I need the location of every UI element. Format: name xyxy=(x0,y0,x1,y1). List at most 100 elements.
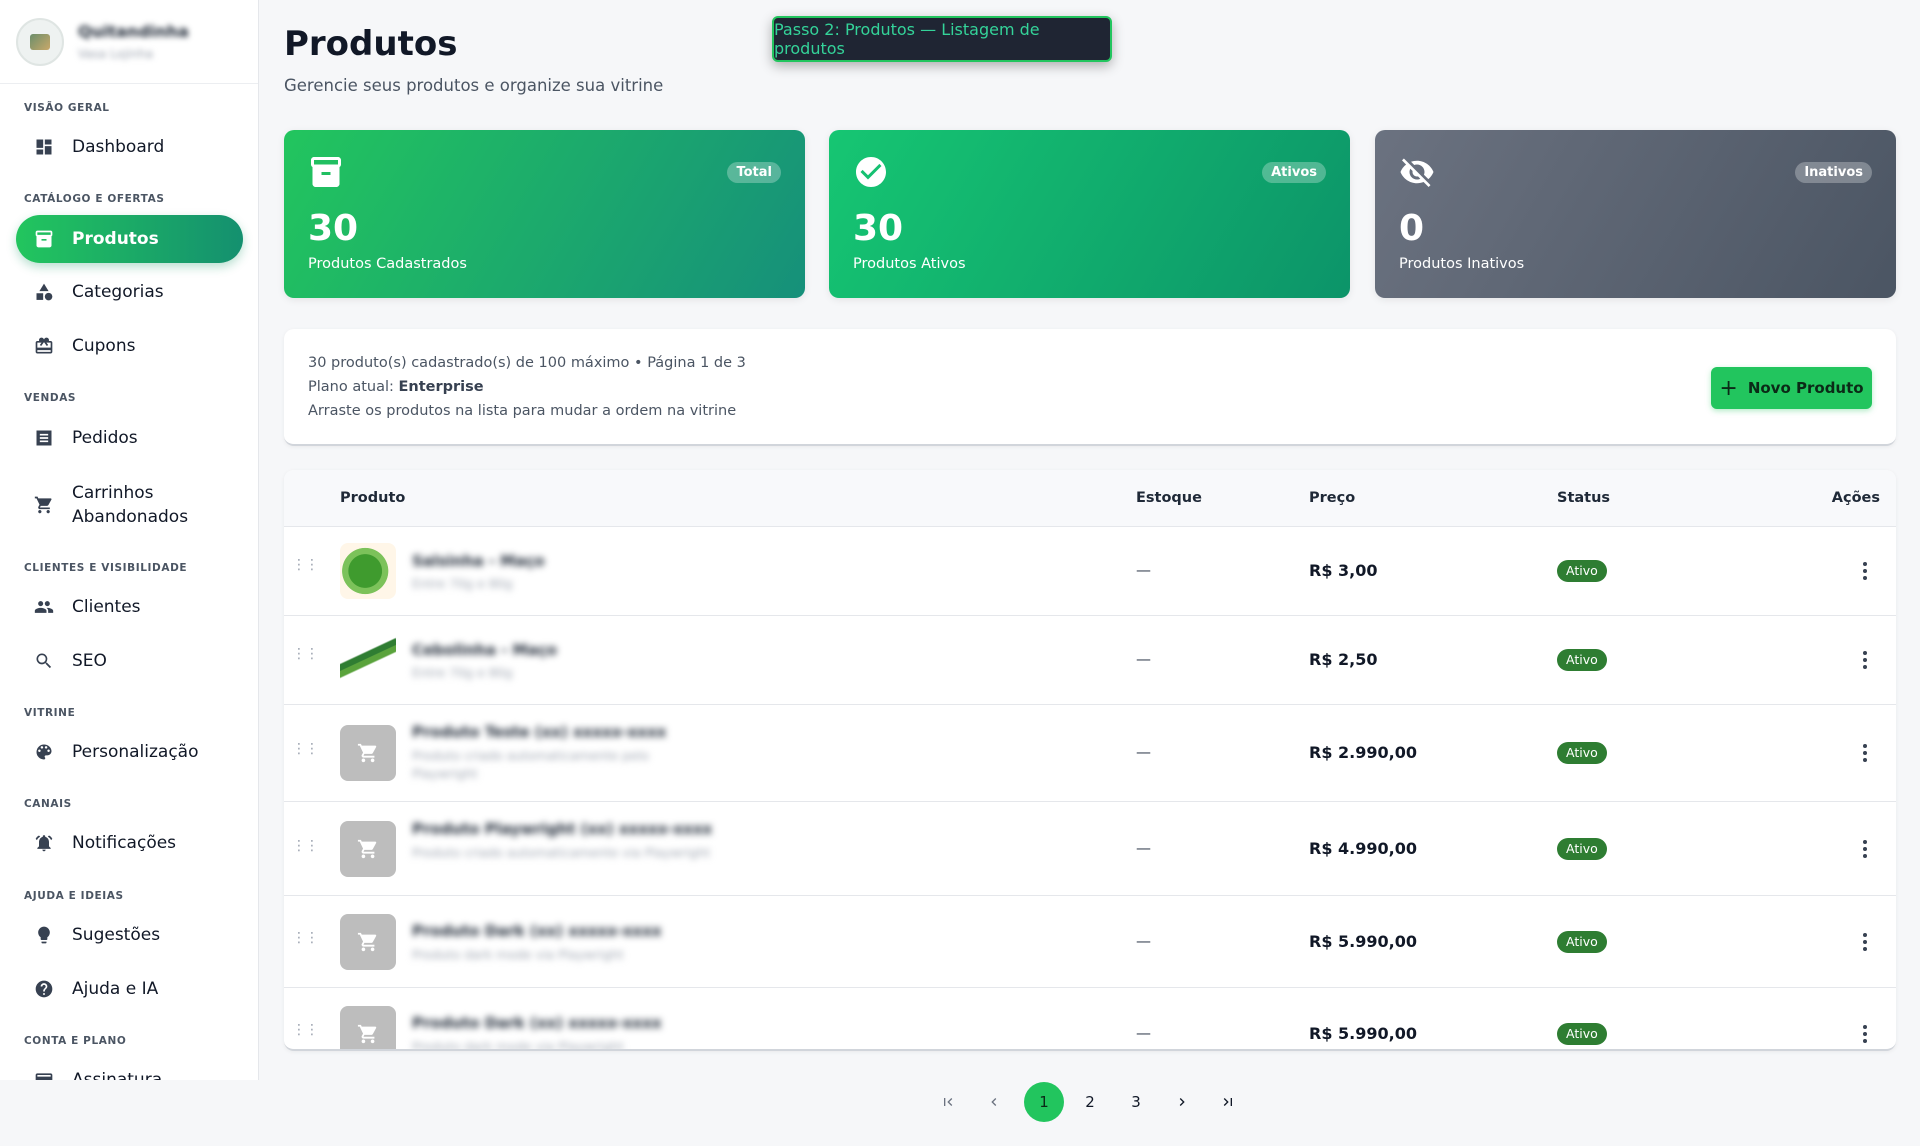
section-vendas: VENDAS xyxy=(24,392,77,404)
more-vert-icon[interactable] xyxy=(1862,561,1868,585)
more-vert-icon[interactable] xyxy=(1862,650,1868,674)
sidebar-item-notificacoes[interactable]: Notificações xyxy=(16,827,243,859)
product-name: Cebolinha - Maço xyxy=(412,641,557,659)
product-thumbnail xyxy=(340,543,396,599)
sidebar-item-clientes[interactable]: Clientes xyxy=(16,591,243,623)
product-stock: — xyxy=(1136,839,1151,857)
first-page-icon[interactable] xyxy=(928,1082,968,1122)
sidebar-item-carrinhos-abandonados[interactable]: Carrinhos Abandonados xyxy=(16,480,243,530)
page-subtitle: Gerencie seus produtos e organize sua vi… xyxy=(284,76,664,95)
product-description: Produto dark mode via Playwright xyxy=(412,947,624,962)
table-row[interactable]: ⋮⋮ Produto Playwright (xx) xxxxx-xxxx Pr… xyxy=(284,802,1896,896)
more-vert-icon[interactable] xyxy=(1862,743,1868,767)
products-table: Produto Estoque Preço Status Ações ⋮⋮ Sa… xyxy=(284,470,1896,1051)
people-icon xyxy=(32,595,56,619)
sidebar-item-categorias[interactable]: Categorias xyxy=(16,276,243,308)
sidebar-item-assinatura[interactable]: Assinatura xyxy=(16,1064,243,1080)
sidebar: Quitandinha Vasa Lojinha VISÃO GERAL Das… xyxy=(0,0,259,1080)
check-circle-icon xyxy=(853,154,889,190)
sidebar-item-ajuda-ia[interactable]: Ajuda e IA xyxy=(16,973,243,1005)
list-alt-icon xyxy=(32,426,56,450)
table-row[interactable]: ⋮⋮ Salsinha - Maço Entre 70g e 80g — R$ … xyxy=(284,527,1896,616)
status-badge: Ativo xyxy=(1557,931,1607,953)
dashboard-icon xyxy=(32,135,56,159)
table-header: Produto Estoque Preço Status Ações xyxy=(284,470,1896,527)
status-badge: Ativo xyxy=(1557,742,1607,764)
stat-badge: Inativos xyxy=(1795,162,1872,183)
product-price: R$ 5.990,00 xyxy=(1309,932,1417,951)
status-badge: Ativo xyxy=(1557,560,1607,582)
stat-caption: Produtos Cadastrados xyxy=(308,256,467,272)
table-row[interactable]: ⋮⋮ Produto Dark (xx) xxxxx-xxxx Produto … xyxy=(284,896,1896,988)
column-header-produto[interactable]: Produto xyxy=(340,490,405,506)
sidebar-item-sugestoes[interactable]: Sugestões xyxy=(16,919,243,951)
current-plan-text: Plano atual: Enterprise xyxy=(308,379,484,395)
stat-card-inativos: Inativos 0 Produtos Inativos xyxy=(1375,130,1896,298)
status-badge: Ativo xyxy=(1557,838,1607,860)
section-conta: CONTA E PLANO xyxy=(24,1035,127,1047)
page-button-1[interactable]: 1 xyxy=(1024,1082,1064,1122)
stat-value: 30 xyxy=(308,208,359,249)
sidebar-item-cupons[interactable]: Cupons xyxy=(16,330,243,362)
product-name: Produto Dark (xx) xxxxx-xxxx xyxy=(412,922,662,940)
column-header-status[interactable]: Status xyxy=(1557,490,1610,506)
more-vert-icon[interactable] xyxy=(1862,1024,1868,1048)
page-button-3[interactable]: 3 xyxy=(1116,1082,1156,1122)
product-thumbnail xyxy=(340,821,396,877)
page-button-2[interactable]: 2 xyxy=(1070,1082,1110,1122)
store-logo xyxy=(16,17,64,66)
status-badge: Ativo xyxy=(1557,1023,1607,1045)
product-name: Produto Dark (xx) xxxxx-xxxx xyxy=(412,1014,662,1032)
drag-handle-icon[interactable]: ⋮⋮ xyxy=(292,1022,319,1038)
product-thumbnail xyxy=(340,725,396,781)
sidebar-item-pedidos[interactable]: Pedidos xyxy=(16,422,243,454)
drag-handle-icon[interactable]: ⋮⋮ xyxy=(292,646,319,662)
sidebar-item-produtos[interactable]: Produtos xyxy=(16,215,243,263)
product-stock: — xyxy=(1136,743,1151,761)
product-description: Entre 70g e 80g xyxy=(412,576,513,591)
store-name: Quitandinha xyxy=(78,22,189,41)
column-header-acoes: Ações xyxy=(1831,490,1880,506)
product-description: Produto criado automaticamente pelo Play… xyxy=(412,748,649,781)
product-stock: — xyxy=(1136,561,1151,579)
more-vert-icon[interactable] xyxy=(1862,839,1868,863)
table-row[interactable]: ⋮⋮ Produto Teste (xx) xxxxx-xxxx Produto… xyxy=(284,705,1896,802)
product-name: Produto Playwright (xx) xxxxx-xxxx xyxy=(412,820,713,838)
stat-card-total: Total 30 Produtos Cadastrados xyxy=(284,130,805,298)
table-row[interactable]: ⋮⋮ Produto Dark (xx) xxxxx-xxxx Produto … xyxy=(284,988,1896,1049)
last-page-icon[interactable] xyxy=(1208,1082,1248,1122)
next-page-icon[interactable] xyxy=(1162,1082,1202,1122)
drag-handle-icon[interactable]: ⋮⋮ xyxy=(292,557,319,573)
more-vert-icon[interactable] xyxy=(1862,932,1868,956)
category-icon xyxy=(32,280,56,304)
column-header-estoque[interactable]: Estoque xyxy=(1136,490,1202,506)
drag-handle-icon[interactable]: ⋮⋮ xyxy=(292,838,319,854)
previous-page-icon[interactable] xyxy=(974,1082,1014,1122)
products-count-text: 30 produto(s) cadastrado(s) de 100 máxim… xyxy=(308,355,746,371)
sidebar-item-personalizacao[interactable]: Personalização xyxy=(16,736,243,768)
column-header-preco[interactable]: Preço xyxy=(1309,490,1355,506)
sidebar-item-dashboard[interactable]: Dashboard xyxy=(16,131,243,163)
stat-value: 30 xyxy=(853,208,904,249)
pagination: 1 2 3 xyxy=(284,1082,1896,1122)
store-subtitle: Vasa Lojinha xyxy=(78,47,154,61)
product-thumbnail xyxy=(340,1006,396,1049)
store-brand[interactable]: Quitandinha Vasa Lojinha xyxy=(0,0,258,84)
product-price: R$ 2,50 xyxy=(1309,650,1378,669)
cart-placeholder-icon xyxy=(357,1024,377,1044)
reorder-hint-text: Arraste os produtos na lista para mudar … xyxy=(308,403,737,419)
drag-handle-icon[interactable]: ⋮⋮ xyxy=(292,741,319,757)
cart-placeholder-icon xyxy=(357,839,377,859)
stat-caption: Produtos Inativos xyxy=(1399,256,1525,272)
drag-handle-icon[interactable]: ⋮⋮ xyxy=(292,930,319,946)
new-product-button[interactable]: + Novo Produto xyxy=(1711,367,1872,409)
help-icon xyxy=(32,977,56,1001)
plan-name: Enterprise xyxy=(398,379,484,395)
onboarding-step-tooltip: Passo 2: Produtos — Listagem de produtos xyxy=(772,16,1112,62)
sidebar-item-seo[interactable]: SEO xyxy=(16,645,243,677)
section-ajuda: AJUDA E IDEIAS xyxy=(24,890,124,902)
product-name: Produto Teste (xx) xxxxx-xxxx xyxy=(412,723,667,741)
section-canais: CANAIS xyxy=(24,798,72,810)
table-row[interactable]: ⋮⋮ Cebolinha - Maço Entre 70g e 80g — R$… xyxy=(284,616,1896,705)
page-title: Produtos xyxy=(284,24,458,64)
